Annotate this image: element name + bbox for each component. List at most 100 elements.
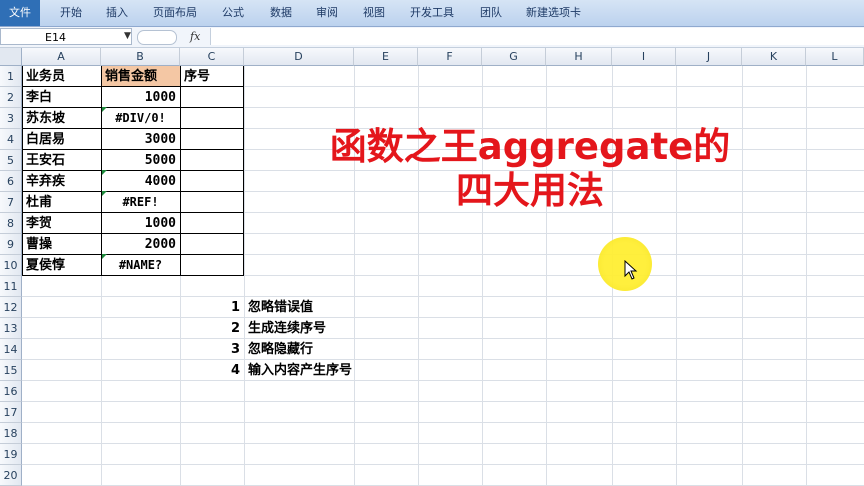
cell-name[interactable]: 李贺: [26, 213, 52, 234]
row-header-18[interactable]: 18: [0, 423, 22, 444]
cell-name[interactable]: 李白: [26, 87, 52, 108]
row-header-10[interactable]: 10: [0, 255, 22, 276]
tab-home[interactable]: 开始: [60, 0, 82, 26]
row-header-7[interactable]: 7: [0, 192, 22, 213]
gridline: [22, 443, 864, 444]
header-serial-number[interactable]: 序号: [184, 66, 210, 87]
video-overlay-title: 函数之王aggregate的 四大用法: [300, 125, 760, 213]
row-header-5[interactable]: 5: [0, 150, 22, 171]
gridline: [22, 401, 864, 402]
gridline: [22, 464, 864, 465]
name-box[interactable]: E14: [0, 28, 132, 45]
row-header-11[interactable]: 11: [0, 276, 22, 297]
note-number[interactable]: 3: [222, 339, 240, 360]
row-header-2[interactable]: 2: [0, 87, 22, 108]
tab-page-layout[interactable]: 页面布局: [153, 0, 197, 26]
column-header-k[interactable]: K: [742, 48, 806, 66]
cell-amount-error[interactable]: #NAME?: [101, 255, 180, 276]
column-header-c[interactable]: C: [180, 48, 244, 66]
column-header-h[interactable]: H: [546, 48, 612, 66]
cell-name[interactable]: 苏东坡: [26, 108, 65, 129]
column-header-d[interactable]: D: [244, 48, 354, 66]
error-indicator-icon[interactable]: [102, 170, 107, 175]
tab-file[interactable]: 文件: [0, 0, 40, 26]
tab-view[interactable]: 视图: [363, 0, 385, 26]
overlay-title-line2: 四大用法: [456, 169, 604, 212]
row-header-6[interactable]: 6: [0, 171, 22, 192]
row-header-20[interactable]: 20: [0, 465, 22, 486]
gridline: [22, 422, 864, 423]
gridline: [22, 338, 864, 339]
row-header-8[interactable]: 8: [0, 213, 22, 234]
tab-insert[interactable]: 插入: [106, 0, 128, 26]
header-sales-amount[interactable]: 销售金额: [105, 66, 157, 87]
cell-amount[interactable]: 1000: [101, 213, 176, 234]
cell-amount[interactable]: 3000: [101, 129, 176, 150]
gridline: [22, 296, 864, 297]
row-header-1[interactable]: 1: [0, 66, 22, 87]
column-header-a[interactable]: A: [22, 48, 101, 66]
gridline: [244, 66, 245, 486]
row-header-4[interactable]: 4: [0, 129, 22, 150]
formula-input[interactable]: [210, 28, 864, 45]
column-header-e[interactable]: E: [354, 48, 418, 66]
tab-new-tab[interactable]: 新建选项卡: [526, 0, 581, 26]
formula-bar: E14 ▼ fx: [0, 27, 864, 48]
row-header-16[interactable]: 16: [0, 381, 22, 402]
cell-name[interactable]: 夏侯惇: [26, 255, 65, 276]
note-text[interactable]: 忽略隐藏行: [248, 339, 313, 360]
cell-amount[interactable]: 4000: [101, 171, 176, 192]
gridline: [22, 380, 864, 381]
cell-amount-error[interactable]: #REF!: [101, 192, 180, 213]
tab-data[interactable]: 数据: [270, 0, 292, 26]
tab-team[interactable]: 团队: [480, 0, 502, 26]
note-text[interactable]: 生成连续序号: [248, 318, 326, 339]
row-header-13[interactable]: 13: [0, 318, 22, 339]
select-all-corner[interactable]: [0, 48, 22, 66]
cell-amount-error[interactable]: #DIV/0!: [101, 108, 180, 129]
cell-amount[interactable]: 1000: [101, 87, 176, 108]
cell-name[interactable]: 白居易: [26, 129, 65, 150]
gridline: [22, 359, 864, 360]
worksheet-grid[interactable]: A B C D E F G H I J K L 1 2 3 4 5 6 7 8 …: [0, 48, 864, 486]
row-header-19[interactable]: 19: [0, 444, 22, 465]
row-header-12[interactable]: 12: [0, 297, 22, 318]
column-header-i[interactable]: I: [612, 48, 676, 66]
cell-name[interactable]: 王安石: [26, 150, 65, 171]
row-header-9[interactable]: 9: [0, 234, 22, 255]
error-indicator-icon[interactable]: [102, 191, 107, 196]
formula-bar-splitter[interactable]: [137, 30, 177, 45]
note-text[interactable]: 输入内容产生序号: [248, 360, 352, 381]
row-header-15[interactable]: 15: [0, 360, 22, 381]
note-number[interactable]: 4: [222, 360, 240, 381]
cell-name[interactable]: 辛弃疾: [26, 171, 65, 192]
column-header-l[interactable]: L: [806, 48, 864, 66]
gridline: [22, 317, 864, 318]
row-header-17[interactable]: 17: [0, 402, 22, 423]
overlay-title-line1: 函数之王aggregate的: [329, 125, 731, 168]
note-number[interactable]: 2: [222, 318, 240, 339]
tab-review[interactable]: 审阅: [316, 0, 338, 26]
column-header-b[interactable]: B: [101, 48, 180, 66]
mouse-pointer-icon: [624, 260, 638, 280]
row-header-14[interactable]: 14: [0, 339, 22, 360]
error-indicator-icon[interactable]: [102, 254, 107, 259]
insert-function-icon[interactable]: fx: [190, 27, 200, 47]
chevron-down-icon[interactable]: ▼: [124, 28, 131, 45]
row-header-3[interactable]: 3: [0, 108, 22, 129]
tab-formulas[interactable]: 公式: [222, 0, 244, 26]
ribbon-tab-bar: 文件 开始 插入 页面布局 公式 数据 审阅 视图 开发工具 团队 新建选项卡: [0, 0, 864, 27]
error-indicator-icon[interactable]: [102, 107, 107, 112]
cell-name[interactable]: 曹操: [26, 234, 52, 255]
column-header-j[interactable]: J: [676, 48, 742, 66]
cell-name[interactable]: 杜甫: [26, 192, 52, 213]
column-header-f[interactable]: F: [418, 48, 482, 66]
note-number[interactable]: 1: [222, 297, 240, 318]
gridline: [806, 66, 807, 486]
tab-developer[interactable]: 开发工具: [410, 0, 454, 26]
cell-amount[interactable]: 5000: [101, 150, 176, 171]
cell-amount[interactable]: 2000: [101, 234, 176, 255]
note-text[interactable]: 忽略错误值: [248, 297, 313, 318]
column-header-g[interactable]: G: [482, 48, 546, 66]
header-salesperson[interactable]: 业务员: [26, 66, 65, 87]
